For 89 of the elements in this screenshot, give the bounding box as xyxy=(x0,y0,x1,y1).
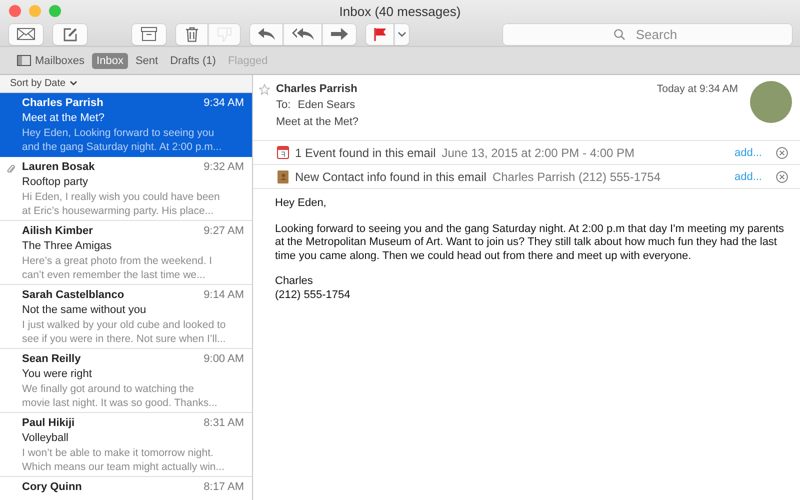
archive-box-icon xyxy=(141,27,157,41)
sender-name: Sarah Castelblanco xyxy=(22,288,124,303)
star-icon[interactable] xyxy=(259,84,270,94)
message-preview: at Eric’s housewarming party. His place... xyxy=(22,204,215,218)
message-preview: Which means our team might actually win... xyxy=(22,460,226,474)
message-time: 9:27 AM xyxy=(204,224,244,239)
message-preview: and the gang Saturday night. At 2:00 p.m... xyxy=(22,140,223,154)
message-preview: movie last night. It was so good. Thanks... xyxy=(22,396,218,410)
caret-icon xyxy=(70,81,77,86)
reply-button[interactable] xyxy=(250,24,283,44)
message-subject: You were right xyxy=(22,367,93,382)
delete-button[interactable] xyxy=(176,24,208,44)
sender-name: Sean Reilly xyxy=(22,352,81,367)
message-time: 9:34 AM xyxy=(204,96,244,111)
close-icon[interactable] xyxy=(776,146,788,158)
message-item[interactable]: Paul Hikiji 8:31 AM Volleyball I won’t be able to make it tomorrow night. Which means our team might actually win... xyxy=(0,413,252,477)
suggestion-detail: June 13, 2015 at 2:00 PM - 4:00 PM xyxy=(442,146,636,160)
close-icon[interactable] xyxy=(776,170,788,182)
to-label: To: xyxy=(276,98,291,113)
add-link[interactable]: add... xyxy=(734,146,762,158)
sender-name: Ailish Kimber xyxy=(22,224,93,239)
message-subject: The Three Amigas xyxy=(22,239,113,254)
message-preview: I won’t be able to make it tomorrow night. xyxy=(22,446,214,460)
forward-button[interactable] xyxy=(322,24,356,44)
flag-icon xyxy=(374,28,386,40)
email-body-text: Charles xyxy=(275,275,314,288)
message-subject: Volleyball xyxy=(22,431,70,446)
sender-name: Lauren Bosak xyxy=(22,160,95,175)
suggestion-title: New Contact info found in this email xyxy=(295,170,486,184)
archive-button[interactable] xyxy=(132,24,166,44)
envelope-icon xyxy=(17,28,35,40)
message-item[interactable]: Cory Quinn 8:17 AM xyxy=(0,477,252,500)
mailboxes-button[interactable]: Mailboxes xyxy=(12,52,90,68)
message-item[interactable]: Sarah Castelblanco 9:14 AM Not the same without you I just walked by your old cube and looked to see if you were in there. Not sure when I’ll... xyxy=(0,285,252,349)
message-item[interactable]: Lauren Bosak 9:32 AM Rooftop party Hi Eden, I really wish you could have been at Eric’s housewarming party. His place... xyxy=(0,157,252,221)
message-item[interactable]: Sean Reilly 9:00 AM You were right We finally got around to watching the movie last night. It was so good. Thanks... xyxy=(0,349,252,413)
address-book-icon xyxy=(277,170,289,184)
message-time: 8:31 AM xyxy=(204,416,244,431)
reply-arrow-icon xyxy=(258,28,275,40)
message-subject: Not the same without you xyxy=(22,303,148,318)
message-subject: Rooftop party xyxy=(22,175,90,190)
message-preview: Hi Eden, I really wish you could have been xyxy=(22,190,221,204)
calendar-icon xyxy=(277,146,289,159)
mailbox-tab[interactable]: Drafts (1) xyxy=(165,52,221,68)
search-icon xyxy=(614,28,625,40)
trash-icon xyxy=(186,26,198,42)
sender-name: Paul Hikiji xyxy=(22,416,75,431)
add-link[interactable]: add... xyxy=(734,170,762,182)
message-preview: Here’s a great photo from the weekend. I xyxy=(22,254,214,268)
sidebar-icon xyxy=(17,55,31,66)
sort-menu[interactable]: Sort by Date xyxy=(10,78,77,89)
recipient-name: Eden Sears xyxy=(298,98,356,113)
message-preview: can’t even remember the last time we... xyxy=(22,268,206,282)
message-time: 8:17 AM xyxy=(204,480,244,495)
message-preview: We finally got around to watching the xyxy=(22,382,195,396)
suggestion-detail: Charles Parrish (212) 555-1754 xyxy=(492,170,662,184)
message-preview: see if you were in there. Not sure when I’ll... xyxy=(22,332,227,346)
close-window-button[interactable] xyxy=(9,5,21,17)
message-time: 9:32 AM xyxy=(204,160,244,175)
message-item[interactable]: Charles Parrish 9:34 AM Meet at the Met? Hey Eden, Looking forward to seeing you and the gang Saturday night. At 2:00 p.m... xyxy=(0,93,252,157)
flag-button[interactable] xyxy=(366,24,394,44)
sender-name: Charles Parrish xyxy=(276,82,358,97)
email-date: Today at 9:34 AM xyxy=(656,83,738,95)
message-item[interactable]: Ailish Kimber 9:27 AM The Three Amigas Here’s a great photo from the weekend. I can’t even remember the last time we... xyxy=(0,221,252,285)
reply-all-button[interactable] xyxy=(283,24,322,44)
email-body-text: Looking forward to seeing you and the gang Saturday night. At 2:00 p.m that day I'm meeting my parents at the Metropolitan Museum of Art. Want to join us? They still talk about how much fun they had the last time you came along. Then we could head out from there and meet up with everyone. xyxy=(275,222,786,263)
get-mail-button[interactable] xyxy=(9,24,43,44)
window-title: Inbox (40 messages) xyxy=(339,4,461,18)
message-time: 9:00 AM xyxy=(204,352,244,367)
compose-icon xyxy=(62,26,78,42)
email-subject: Meet at the Met? xyxy=(275,115,360,130)
email-body-text: Hey Eden, xyxy=(275,197,328,210)
message-subject: Meet at the Met? xyxy=(22,111,106,126)
message-time: 9:14 AM xyxy=(204,288,244,303)
sender-name: Cory Quinn xyxy=(22,480,82,495)
mailbox-tab[interactable]: Inbox xyxy=(92,52,128,68)
mailbox-tab[interactable]: Sent xyxy=(130,52,164,68)
message-preview: Hey Eden, Looking forward to seeing you xyxy=(22,126,216,140)
forward-arrow-icon xyxy=(331,28,348,40)
reply-all-arrows-icon xyxy=(292,28,314,40)
message-preview: I just walked by your old cube and looked to xyxy=(22,318,227,332)
compose-button[interactable] xyxy=(53,24,87,44)
sender-name: Charles Parrish xyxy=(22,96,104,111)
email-body-text: (212) 555-1754 xyxy=(275,288,352,302)
menu-button[interactable] xyxy=(394,24,409,44)
avatar-placeholder xyxy=(750,81,792,123)
search-field[interactable]: Search xyxy=(503,24,792,44)
suggestion-title: 1 Event found in this email xyxy=(295,146,436,160)
caret-icon xyxy=(398,32,406,36)
